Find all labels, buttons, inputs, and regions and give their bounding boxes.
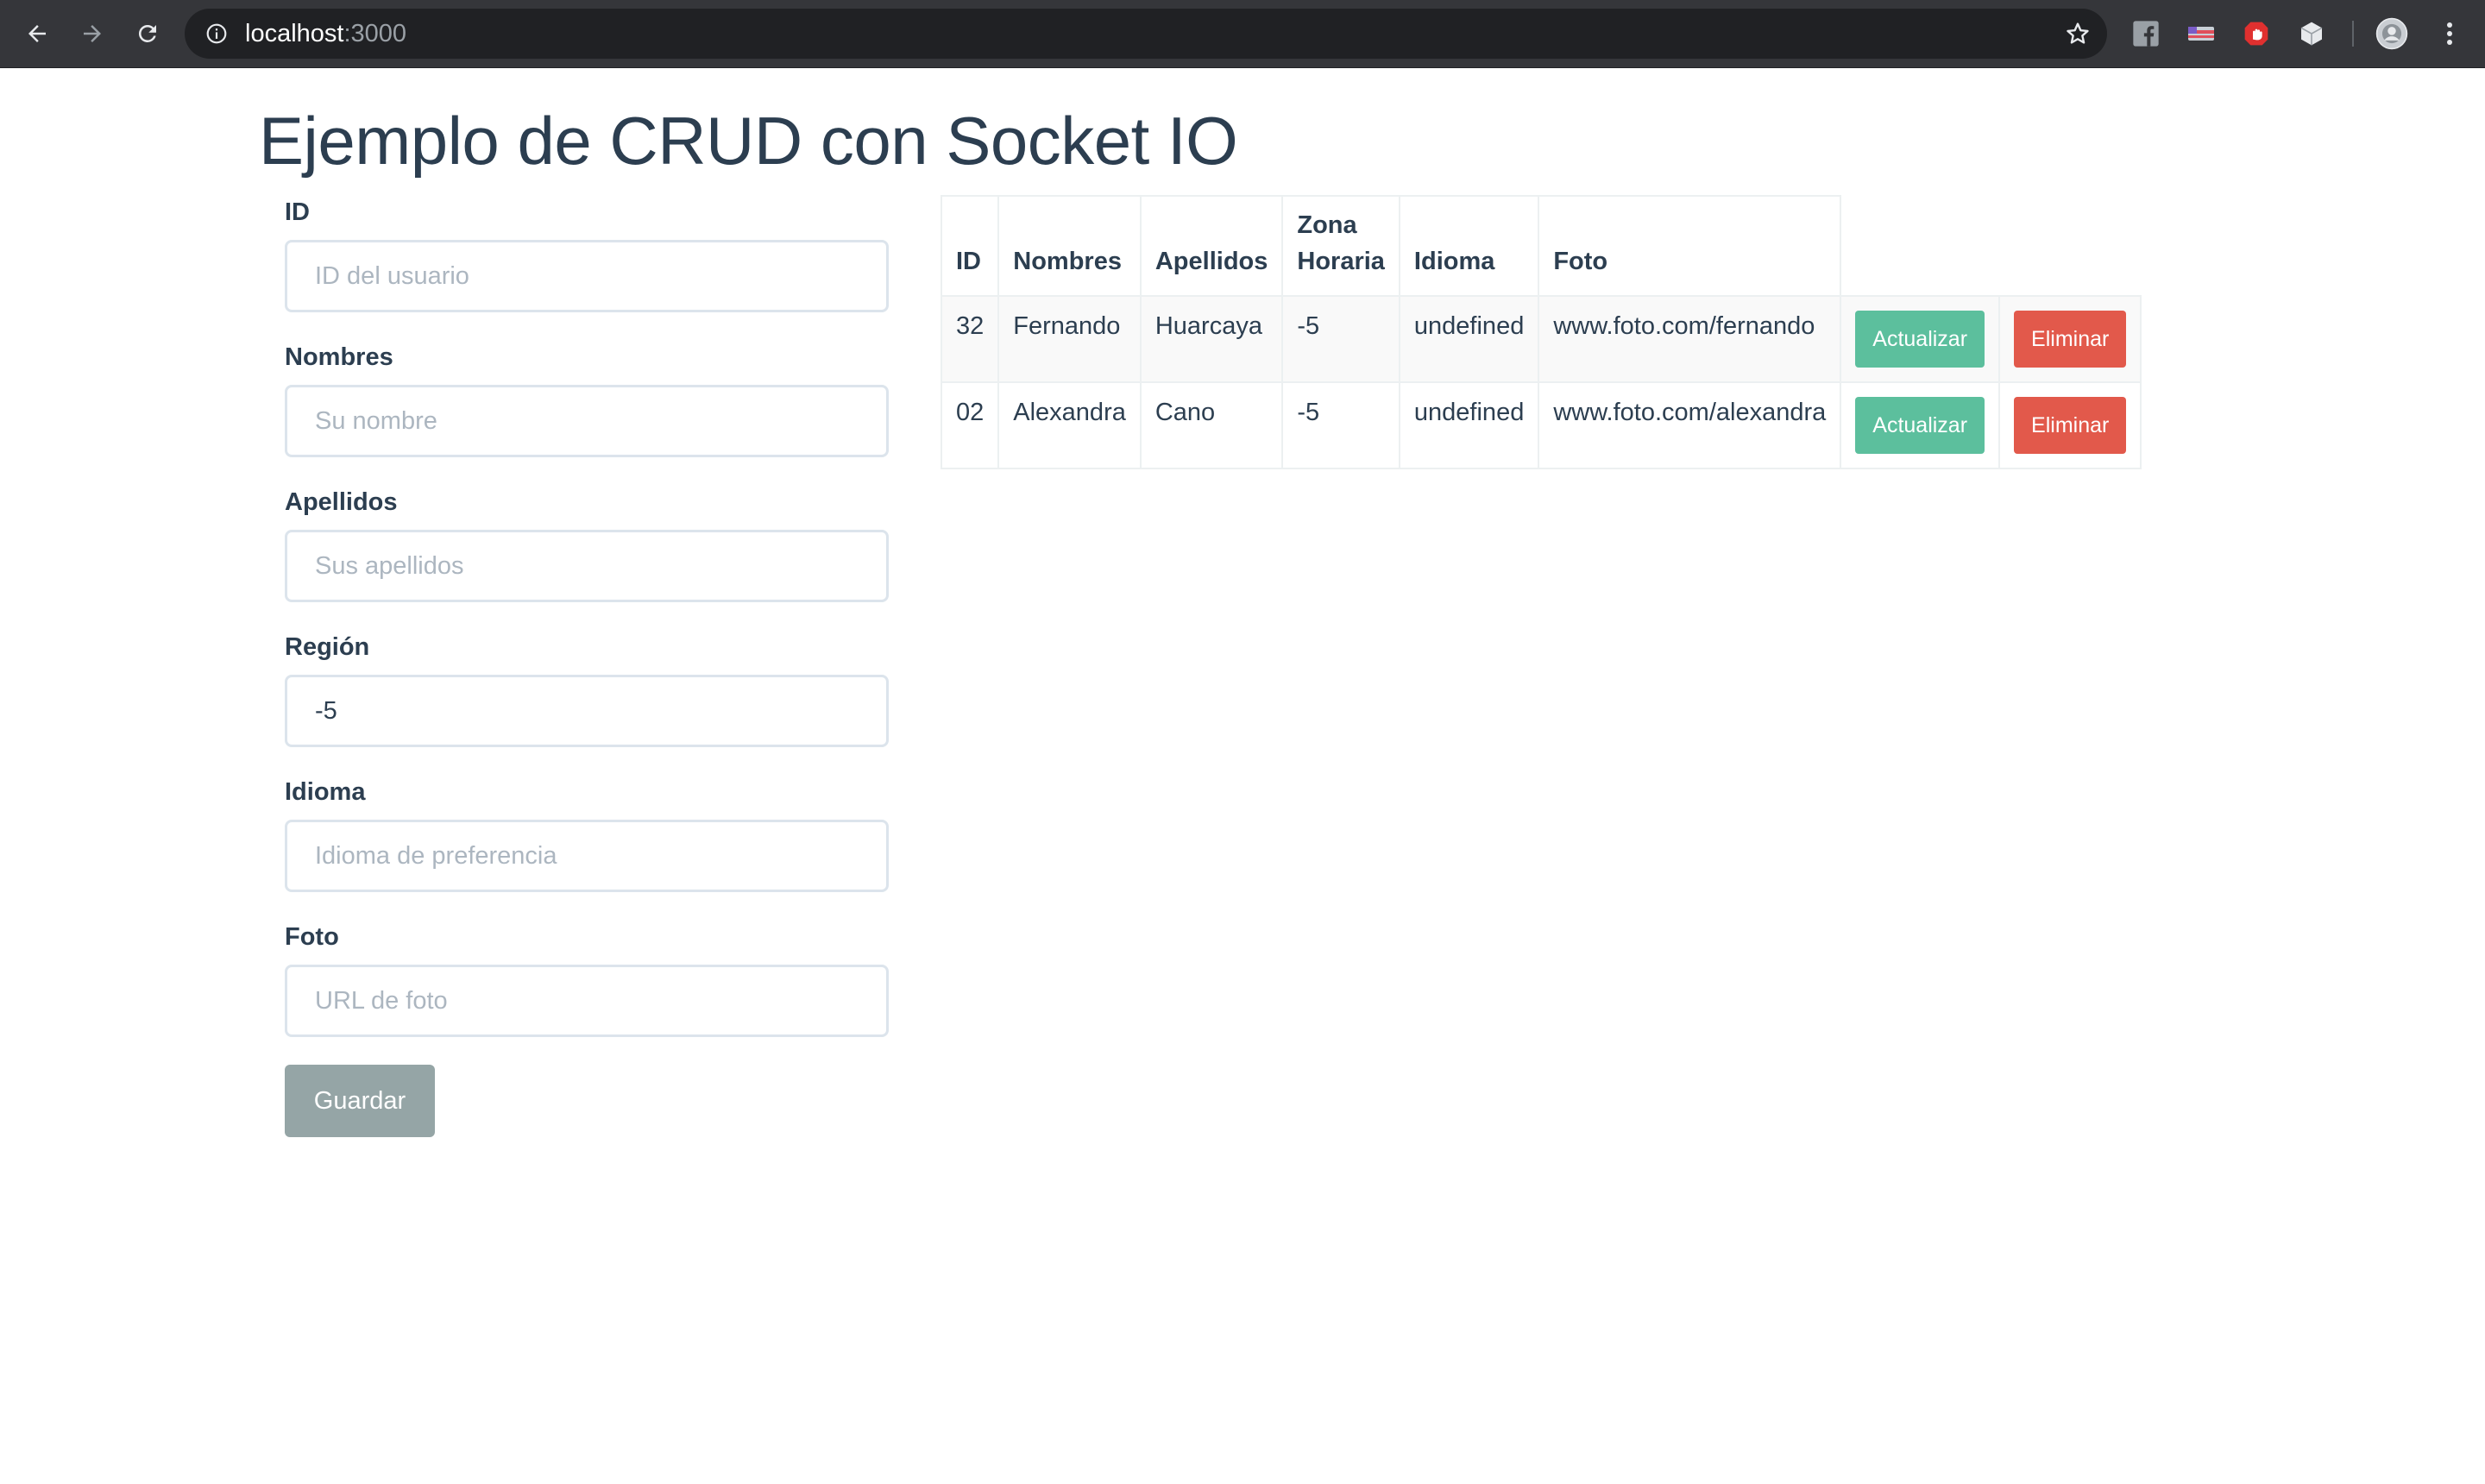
- users-table: ID Nombres Apellidos Zona Horaria Idioma …: [940, 195, 2142, 469]
- cell-zona: -5: [1281, 295, 1400, 383]
- cell-id: 32: [940, 295, 1000, 383]
- arrow-right-icon: [84, 25, 101, 42]
- cell-foto: www.foto.com/fernando: [1538, 295, 1842, 383]
- id-input[interactable]: [285, 240, 889, 312]
- delete-button[interactable]: Eliminar: [2014, 311, 2127, 368]
- arrow-left-icon: [28, 25, 46, 42]
- apellidos-label: Apellidos: [285, 488, 398, 516]
- form-group-idioma: Idioma: [285, 777, 889, 892]
- hand-stop-extension-icon[interactable]: [2242, 19, 2271, 48]
- foto-label: Foto: [285, 923, 339, 951]
- nombres-label: Nombres: [285, 343, 393, 371]
- header-apellidos: Apellidos: [1139, 195, 1284, 297]
- table-row: 32 Fernando Huarcaya -5 undefined www.fo…: [940, 295, 2142, 383]
- reload-button[interactable]: [128, 14, 167, 53]
- header-zona-line2: Horaria: [1297, 248, 1385, 275]
- forward-button[interactable]: [72, 14, 112, 53]
- cell-idioma: undefined: [1398, 295, 1540, 383]
- cell-apellidos: Cano: [1139, 381, 1284, 469]
- kebab-menu-icon[interactable]: [2435, 19, 2464, 48]
- profile-avatar-icon[interactable]: [2375, 16, 2409, 51]
- facebook-extension-icon[interactable]: [2131, 19, 2161, 48]
- update-button[interactable]: Actualizar: [1855, 311, 1985, 368]
- save-button[interactable]: Guardar: [285, 1065, 435, 1137]
- url-text: localhost:3000: [245, 9, 406, 59]
- page-title: Ejemplo de CRUD con Socket IO: [259, 103, 1238, 179]
- cell-id: 02: [940, 381, 1000, 469]
- table-body: 32 Fernando Huarcaya -5 undefined www.fo…: [940, 295, 2142, 469]
- table-header: ID Nombres Apellidos Zona Horaria Idioma …: [940, 195, 2141, 297]
- idioma-input[interactable]: [285, 820, 889, 892]
- header-id: ID: [940, 195, 1000, 297]
- header-blank-delete: [1999, 196, 2141, 296]
- nombres-input[interactable]: [285, 385, 889, 457]
- bookmark-star-icon[interactable]: [2064, 20, 2092, 52]
- form-group-nombres: Nombres: [285, 342, 889, 457]
- cell-zona: -5: [1281, 381, 1400, 469]
- region-label: Región: [285, 633, 370, 661]
- url-host: localhost: [245, 20, 344, 47]
- cube-extension-icon[interactable]: [2297, 19, 2326, 48]
- info-icon[interactable]: [205, 22, 228, 49]
- header-zona-horaria: Zona Horaria: [1281, 195, 1400, 297]
- cell-delete: Eliminar: [1998, 295, 2142, 383]
- form-group-id: ID: [285, 197, 889, 312]
- form-group-region: Región: [285, 632, 889, 747]
- address-bar[interactable]: localhost:3000: [185, 9, 2107, 59]
- back-button[interactable]: [17, 14, 57, 53]
- region-input[interactable]: [285, 675, 889, 747]
- url-port: :3000: [343, 20, 407, 47]
- cell-apellidos: Huarcaya: [1139, 295, 1284, 383]
- browser-toolbar: localhost:3000: [0, 0, 2485, 68]
- reload-icon: [138, 24, 156, 42]
- header-blank-update: [1840, 196, 1999, 296]
- header-nombres: Nombres: [997, 195, 1142, 297]
- cell-update: Actualizar: [1840, 381, 2001, 469]
- form-group-foto: Foto: [285, 921, 889, 1037]
- cell-idioma: undefined: [1398, 381, 1540, 469]
- form-group-apellidos: Apellidos: [285, 487, 889, 602]
- table-row: 02 Alexandra Cano -5 undefined www.foto.…: [940, 381, 2142, 469]
- header-idioma: Idioma: [1398, 195, 1540, 297]
- header-zona-line1: Zona: [1297, 211, 1357, 239]
- foto-input[interactable]: [285, 965, 889, 1037]
- idioma-label: Idioma: [285, 778, 366, 806]
- update-button[interactable]: Actualizar: [1855, 397, 1985, 454]
- delete-button[interactable]: Eliminar: [2014, 397, 2127, 454]
- header-foto: Foto: [1538, 195, 1842, 297]
- toolbar-divider: [2352, 21, 2354, 47]
- header-row: ID Nombres Apellidos Zona Horaria Idioma …: [940, 195, 2141, 297]
- cell-delete: Eliminar: [1998, 381, 2142, 469]
- cell-nombres: Alexandra: [997, 381, 1142, 469]
- cell-foto: www.foto.com/alexandra: [1538, 381, 1842, 469]
- apellidos-input[interactable]: [285, 530, 889, 602]
- cell-update: Actualizar: [1840, 295, 2001, 383]
- cell-nombres: Fernando: [997, 295, 1142, 383]
- id-label: ID: [285, 198, 310, 226]
- flag-extension-icon[interactable]: [2186, 19, 2216, 48]
